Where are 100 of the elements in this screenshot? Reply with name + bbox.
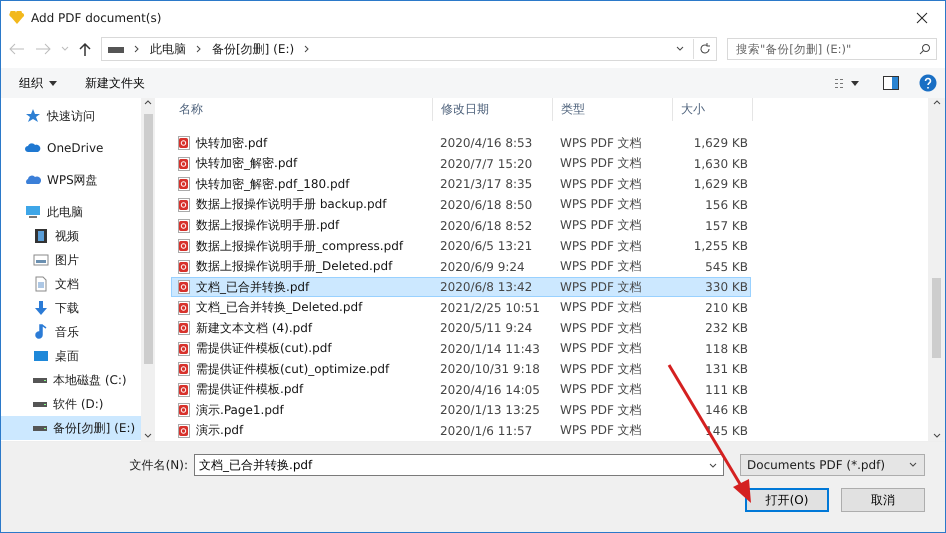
- sidebar-item[interactable]: 图片: [1, 248, 141, 272]
- column-header[interactable]: 大小: [673, 98, 753, 122]
- file-row[interactable]: 快转加密_解密.pdf_180.pdf 2021/3/17 8:35 WPS PDF 文档 1,629 KB: [171, 174, 751, 195]
- table-cell-text: 2020/4/16 8:53: [439, 135, 534, 152]
- file-row[interactable]: 数据上报操作说明手册.pdf 2020/6/18 8:52 WPS PDF 文档 157 KB: [171, 215, 751, 236]
- picture-icon: [33, 252, 49, 268]
- file-row[interactable]: 需提供证件模板(cut).pdf 2020/1/14 11:43 WPS PDF 文档 118 KB: [171, 338, 751, 359]
- sidebar-item[interactable]: 软件 (D:): [1, 392, 141, 416]
- breadcrumb[interactable]: 备份[勿删] (E:): [212, 40, 294, 58]
- file-name: 快转加密_解密.pdf_180.pdf: [172, 175, 434, 194]
- music-note-icon: [33, 324, 49, 340]
- sidebar-item[interactable]: 桌面: [1, 344, 141, 368]
- pdf-file-icon: [178, 321, 190, 336]
- table-cell-text: WPS PDF 文档: [559, 134, 643, 152]
- file-type-dropdown[interactable]: Documents PDF (*.pdf): [740, 454, 925, 476]
- table-cell-text: 2020/1/14 11:43: [439, 340, 541, 358]
- sidebar-item[interactable]: OneDrive: [1, 136, 141, 160]
- column-header[interactable]: 修改日期: [433, 98, 553, 122]
- table-cell-text: WPS PDF 文档: [559, 238, 643, 255]
- search-field[interactable]: 搜索"备份[勿删] (E:)": [727, 38, 937, 60]
- back-button[interactable]: [9, 43, 25, 55]
- pdf-file-icon: [178, 403, 190, 418]
- table-cell-text: WPS PDF 文档: [559, 258, 643, 276]
- sidebar-item[interactable]: 下载: [1, 296, 141, 320]
- column-header[interactable]: 类型: [553, 98, 673, 122]
- file-row[interactable]: 需提供证件模板.pdf 2020/4/16 14:05 WPS PDF 文档 111 KB: [171, 379, 751, 400]
- pdf-file-icon: [178, 300, 190, 315]
- pdf-file-icon: [178, 280, 190, 294]
- file-row[interactable]: 快转加密_解密.pdf 2020/7/7 15:20 WPS PDF 文档 1,630 KB: [171, 154, 751, 174]
- table-cell-text: 131 KB: [704, 361, 749, 378]
- file-name: 新建文本文档 (4).pdf: [172, 318, 434, 338]
- file-row[interactable]: 演示.Page1.pdf 2020/1/13 13:25 WPS PDF 文档 146 KB: [171, 400, 751, 421]
- star-icon: [25, 108, 41, 124]
- table-cell-text: 1,630 KB: [692, 156, 749, 173]
- table-cell-text: 111 KB: [704, 382, 749, 399]
- file-name: 快转加密.pdf: [172, 134, 434, 153]
- sidebar-item[interactable]: 本地磁盘 (C:): [1, 368, 141, 392]
- new-folder-button[interactable]: 新建文件夹: [85, 74, 145, 92]
- file-name: 需提供证件模板(cut)_optimize.pdf: [172, 360, 434, 378]
- file-row[interactable]: 数据上报操作说明手册 backup.pdf 2020/6/18 8:50 WPS PDF 文档 156 KB: [171, 194, 751, 216]
- sidebar-item[interactable]: 视频: [1, 224, 141, 248]
- sidebar-item[interactable]: 文档: [1, 272, 141, 296]
- pdf-file-icon: [178, 177, 190, 192]
- file-row[interactable]: 数据上报操作说明手册_Deleted.pdf 2020/6/9 9:24 WPS PDF 文档 545 KB: [171, 256, 751, 277]
- file-row[interactable]: 数据上报操作说明手册_compress.pdf 2020/6/5 13:21 WPS PDF 文档 1,255 KB: [171, 236, 751, 256]
- filename-label: 文件名(N):: [130, 456, 188, 474]
- scrollbar-thumb[interactable]: [932, 278, 941, 358]
- column-header[interactable]: 名称: [171, 98, 433, 122]
- file-row[interactable]: 新建文本文档 (4).pdf 2020/5/11 9:24 WPS PDF 文档 232 KB: [171, 318, 751, 338]
- table-cell-text: 2020/6/18 8:50: [439, 196, 534, 214]
- monitor-icon: [25, 204, 41, 220]
- table-cell-text: 146 KB: [704, 402, 749, 420]
- sidebar-item[interactable]: 备份[勿删] (E:): [1, 416, 141, 440]
- filename-field[interactable]: 文档_已合并转换.pdf: [194, 454, 724, 476]
- drive-icon: [108, 45, 124, 53]
- file-row[interactable]: 文档_已合并转换.pdf 2020/6/8 13:42 WPS PDF 文档 330 KB: [171, 276, 751, 298]
- help-button[interactable]: [919, 74, 937, 92]
- table-cell-text: 2020/4/16 14:05: [439, 382, 541, 399]
- sidebar-scrollbar[interactable]: [141, 98, 155, 441]
- table-cell-text: 156 KB: [704, 196, 749, 214]
- table-cell-text: 2020/7/7 15:20: [439, 156, 534, 173]
- sidebar-item[interactable]: 音乐: [1, 320, 141, 344]
- file-name: 数据上报操作说明手册 backup.pdf: [172, 196, 434, 214]
- cancel-button[interactable]: 取消: [841, 488, 925, 512]
- table-cell-text: WPS PDF 文档: [559, 176, 643, 193]
- list-scrollbar[interactable]: [928, 98, 945, 441]
- scrollbar-thumb[interactable]: [144, 114, 152, 364]
- pdf-file-icon: [178, 382, 190, 397]
- organize-menu[interactable]: 组织: [19, 74, 57, 92]
- file-name: 文档_已合并转换.pdf: [172, 278, 434, 296]
- table-cell-text: WPS PDF 文档: [559, 402, 643, 419]
- sidebar-item[interactable]: WPS网盘: [1, 168, 141, 192]
- address-bar[interactable]: 此电脑 备份[勿删] (E:): [101, 37, 717, 61]
- film-icon: [33, 228, 49, 244]
- pdf-file-icon: [178, 239, 190, 254]
- up-button[interactable]: [79, 42, 91, 56]
- table-cell-text: WPS PDF 文档: [559, 360, 643, 378]
- sidebar-item[interactable]: 快速访问: [1, 104, 141, 128]
- pdf-file-icon: [178, 156, 190, 171]
- file-row[interactable]: 需提供证件模板(cut)_optimize.pdf 2020/10/31 9:18 WPS PDF 文档 131 KB: [171, 358, 751, 380]
- file-row[interactable]: 文档_已合并转换_Deleted.pdf 2021/2/25 10:51 WPS PDF 文档 210 KB: [171, 297, 751, 318]
- preview-pane-button[interactable]: [883, 76, 899, 90]
- pdf-file-icon: [178, 136, 190, 150]
- caret-icon: [49, 80, 57, 86]
- forward-button[interactable]: [35, 43, 51, 55]
- open-button[interactable]: 打开(O): [745, 488, 829, 512]
- table-cell-text: 157 KB: [704, 218, 749, 234]
- recent-dropdown-button[interactable]: [61, 46, 69, 52]
- file-name: 数据上报操作说明手册_Deleted.pdf: [172, 257, 434, 276]
- file-row[interactable]: 快转加密.pdf 2020/4/16 8:53 WPS PDF 文档 1,629 KB: [171, 133, 751, 154]
- view-options-button[interactable]: [835, 78, 859, 88]
- window-title: Add PDF document(s): [31, 10, 162, 24]
- file-name: 快转加密_解密.pdf: [172, 154, 434, 174]
- table-cell-text: 2020/1/13 13:25: [439, 402, 541, 420]
- table-cell-text: 2020/6/5 13:21: [439, 238, 534, 256]
- sidebar-item[interactable]: 此电脑: [1, 200, 141, 224]
- breadcrumb[interactable]: 此电脑: [150, 40, 186, 58]
- table-cell-text: 2020/6/18 8:52: [439, 218, 534, 234]
- pdf-file-icon: [178, 424, 190, 438]
- list-view-icon: [835, 78, 843, 88]
